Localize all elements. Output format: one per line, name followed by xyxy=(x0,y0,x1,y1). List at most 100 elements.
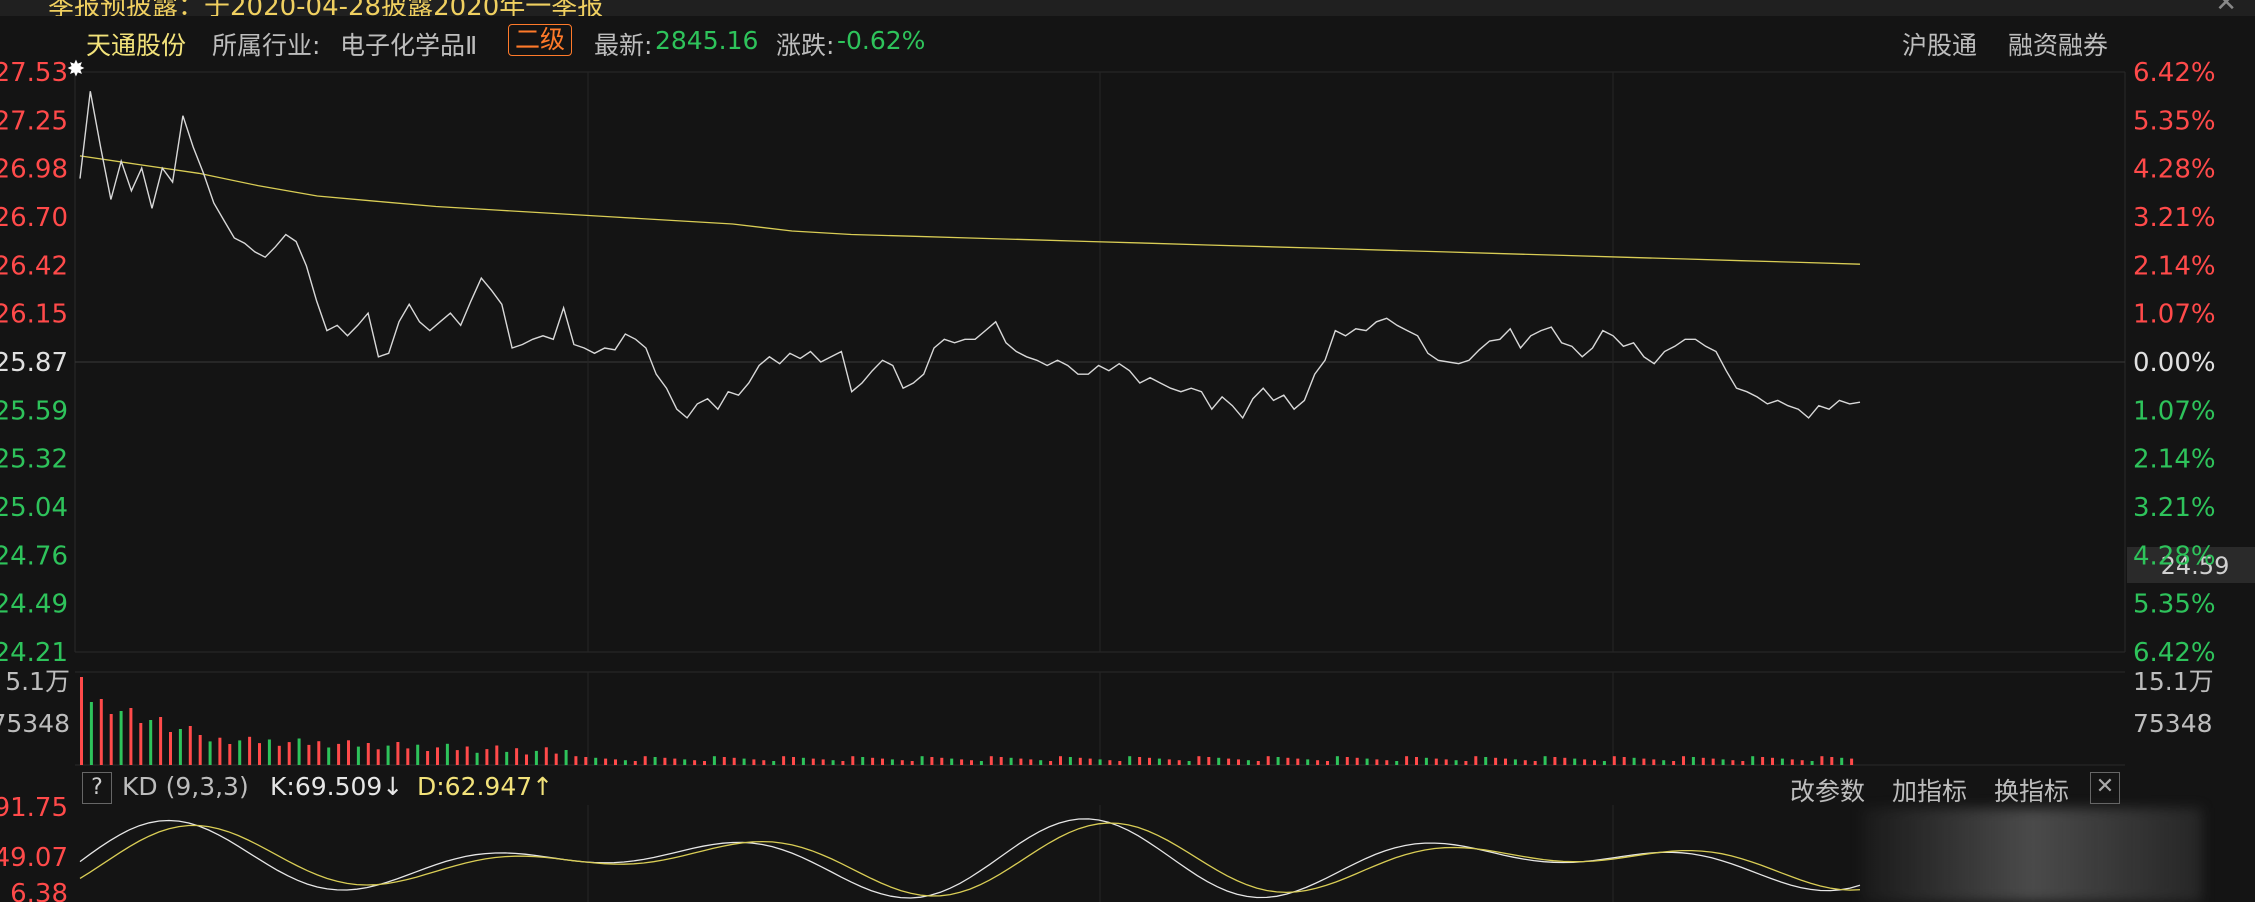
pct-tick-right: 6.42% xyxy=(2133,638,2216,668)
volume-bar xyxy=(525,754,528,765)
volume-bar xyxy=(1761,757,1765,765)
price-tick-left: 26.15 xyxy=(0,300,68,330)
volume-bar xyxy=(643,756,647,765)
volume-bar xyxy=(307,744,311,765)
volume-bar xyxy=(356,746,360,765)
volume-bar xyxy=(1682,756,1685,765)
volume-bar xyxy=(1128,756,1132,765)
volume-bar xyxy=(564,750,568,766)
volume-bar xyxy=(1039,760,1043,765)
volume-bar xyxy=(109,714,113,765)
pct-tick-right: 5.35% xyxy=(2133,590,2216,620)
volume-bar xyxy=(1464,761,1468,765)
volume-bar xyxy=(772,761,776,765)
volume-bar xyxy=(950,758,954,765)
volume-bar xyxy=(604,758,608,765)
volume-bar xyxy=(1059,756,1062,765)
volume-bar xyxy=(1830,757,1834,765)
volume-bar xyxy=(1266,756,1270,765)
add-indicator-button[interactable]: 加指标 xyxy=(1892,772,1967,808)
volume-bar xyxy=(1741,761,1745,765)
volume-bar xyxy=(376,749,380,765)
volume-bar xyxy=(1049,761,1053,765)
price-tick-left: 25.04 xyxy=(0,493,68,523)
volume-bar xyxy=(792,757,795,765)
intraday-chart[interactable]: 24.59 ✸ 27.5327.2526.9826.7026.4226.1525… xyxy=(0,0,2255,902)
volume-bar xyxy=(1454,760,1458,765)
volume-bar xyxy=(89,702,93,765)
volume-bar xyxy=(515,748,519,765)
volume-bar xyxy=(1167,759,1171,765)
volume-bar xyxy=(851,756,855,765)
pct-tick-right: 3.21% xyxy=(2133,493,2216,523)
price-tick-left: 24.21 xyxy=(0,638,68,668)
volume-bar xyxy=(1009,757,1013,765)
volume-bar xyxy=(1118,761,1122,765)
volume-bar xyxy=(1494,757,1498,765)
volume-bar xyxy=(188,726,192,765)
kd-tick: 6.38 xyxy=(10,879,68,902)
volume-bar xyxy=(1434,758,1438,765)
volume-bar xyxy=(1444,759,1448,765)
volume-bar xyxy=(1790,759,1794,765)
volume-bar xyxy=(436,747,439,765)
volume-bar xyxy=(238,740,242,765)
volume-bar xyxy=(386,745,390,765)
volume-bar xyxy=(208,741,212,765)
volume-bar xyxy=(277,745,281,765)
volume-bar xyxy=(861,757,865,765)
volume-bar xyxy=(455,750,459,765)
volume-bar xyxy=(742,758,746,765)
volume-bar xyxy=(445,743,449,766)
volume-bar xyxy=(1800,760,1804,765)
volume-bar xyxy=(1711,758,1715,765)
price-tick-left: 27.25 xyxy=(0,106,68,136)
volume-tick: 15.1万 xyxy=(2133,667,2214,696)
volume-bar xyxy=(801,757,805,765)
volume-bar xyxy=(1385,760,1389,765)
volume-bar xyxy=(1108,760,1112,765)
volume-bar xyxy=(1345,757,1349,765)
pct-tick-right: 0.00% xyxy=(2133,348,2216,378)
help-button[interactable]: ? xyxy=(82,772,112,804)
volume-bar xyxy=(1691,757,1695,765)
close-indicator-icon[interactable]: ✕ xyxy=(2090,772,2120,804)
volume-bar xyxy=(930,757,934,765)
volume-bar xyxy=(396,742,400,765)
volume-bar xyxy=(712,756,716,765)
volume-bar xyxy=(366,743,370,766)
volume-bar xyxy=(1662,760,1666,765)
volume-bar xyxy=(970,760,973,765)
volume-bar xyxy=(554,753,558,765)
volume-bar xyxy=(149,720,153,765)
volume-bar xyxy=(1098,759,1102,765)
volume-bar xyxy=(267,739,271,766)
volume-bar xyxy=(485,749,489,765)
volume-bar xyxy=(1197,756,1201,765)
price-tick-left: 25.59 xyxy=(0,396,68,426)
volume-bar xyxy=(1523,760,1527,765)
volume-bar xyxy=(159,717,163,765)
edit-params-button[interactable]: 改参数 xyxy=(1790,772,1865,808)
volume-bar xyxy=(198,735,202,765)
volume-tick: 5.1万 xyxy=(5,667,70,696)
volume-bar xyxy=(99,699,103,765)
volume-bar xyxy=(693,760,697,765)
volume-bar xyxy=(218,737,222,765)
indicator-name[interactable]: KD (9,3,3) xyxy=(122,772,249,801)
switch-indicator-button[interactable]: 换指标 xyxy=(1994,772,2069,808)
volume-bar xyxy=(1375,759,1379,765)
volume-bar xyxy=(139,723,143,765)
volume-bar xyxy=(1583,759,1587,765)
volume-bar xyxy=(940,757,944,765)
price-series-line xyxy=(79,91,1861,420)
price-tick-left: 26.98 xyxy=(0,155,68,185)
volume-bar xyxy=(732,757,736,765)
volume-bar xyxy=(1276,757,1280,765)
volume-bar xyxy=(722,757,726,765)
volume-bar xyxy=(1365,758,1369,765)
volume-bar xyxy=(703,761,706,765)
pct-tick-right: 1.07% xyxy=(2133,300,2216,330)
k-line xyxy=(79,818,1861,899)
volume-bar xyxy=(544,747,548,766)
